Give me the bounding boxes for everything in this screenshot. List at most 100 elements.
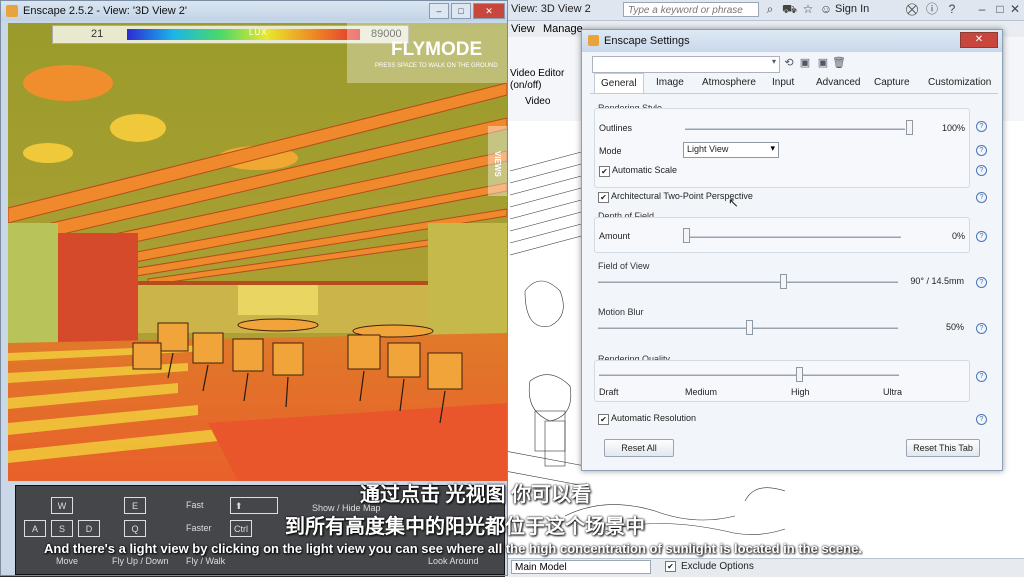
preset-select[interactable]: ▾ bbox=[592, 56, 780, 73]
minimize-icon[interactable]: – bbox=[429, 3, 449, 19]
video-editor-button[interactable]: Video Editor (on/off) bbox=[510, 68, 564, 92]
lux-color-scale bbox=[127, 29, 360, 40]
field-of-view-group: 90° / 14.5mm bbox=[594, 268, 968, 296]
binoculars-icon[interactable]: ⌕ bbox=[763, 2, 777, 16]
automatic-scale-checkbox[interactable]: ✔ bbox=[599, 166, 610, 177]
outlines-slider-track[interactable] bbox=[685, 128, 905, 130]
model-select[interactable]: Main Model bbox=[511, 560, 651, 574]
help-icon[interactable]: ? bbox=[976, 323, 987, 334]
info-icon[interactable]: ⓘ bbox=[925, 2, 939, 16]
tab-atmosphere[interactable]: Atmosphere bbox=[696, 73, 762, 93]
video-group-label: Video bbox=[525, 96, 551, 107]
tab-capture[interactable]: Capture bbox=[868, 73, 916, 93]
outlines-slider-thumb[interactable] bbox=[906, 120, 913, 135]
user-icon[interactable]: ☺ bbox=[819, 2, 833, 16]
enscape-logo-icon bbox=[588, 35, 599, 46]
cart-icon[interactable]: ⛟ bbox=[782, 2, 797, 16]
subtitle-chinese-line2: 到所有高度集中的阳光都位于这个场景中 bbox=[285, 516, 645, 538]
settings-titlebar: Enscape Settings ✕ bbox=[582, 30, 1002, 52]
help-icon[interactable]: ? bbox=[976, 414, 987, 425]
key-shift: ⬆ bbox=[230, 497, 278, 514]
settings-tabs: General Image Atmosphere Input Advanced … bbox=[590, 73, 998, 94]
amount-slider-track[interactable] bbox=[685, 236, 901, 238]
revit-title: View: 3D View 2 bbox=[511, 3, 591, 15]
ribbon-tab-manage[interactable]: Manage bbox=[543, 23, 583, 35]
close-icon[interactable]: ✕ bbox=[1008, 2, 1022, 16]
help-icon[interactable]: ? bbox=[945, 2, 959, 16]
fov-slider-thumb[interactable] bbox=[780, 274, 787, 289]
quality-slider-thumb[interactable] bbox=[796, 367, 803, 382]
ribbon-tab-view[interactable]: View bbox=[511, 23, 535, 35]
quality-slider-track[interactable] bbox=[599, 374, 899, 376]
settings-title: Enscape Settings bbox=[604, 35, 690, 47]
mode-label: Mode bbox=[599, 146, 622, 156]
search-input[interactable]: Type a keyword or phrase bbox=[623, 2, 759, 17]
tab-advanced[interactable]: Advanced bbox=[810, 73, 866, 93]
chevron-down-icon: ▾ bbox=[771, 57, 776, 66]
key-w: W bbox=[51, 497, 73, 514]
save-icon[interactable]: ▣ bbox=[798, 57, 812, 70]
rendering-style-group: Outlines 100% Mode Light View ▾ ✔ Automa… bbox=[594, 108, 970, 188]
fly-walk-label: Fly / Walk bbox=[186, 556, 226, 566]
star-icon[interactable]: ☆ bbox=[801, 2, 815, 16]
automatic-resolution-label: Automatic Resolution bbox=[611, 413, 697, 423]
enscape-titlebar: Enscape 2.5.2 - View: '3D View 2' – □ ✕ bbox=[1, 1, 507, 21]
delete-icon[interactable]: 🗑 bbox=[832, 57, 846, 70]
amount-label: Amount bbox=[599, 231, 631, 241]
views-tab[interactable]: VIEWS bbox=[488, 126, 507, 196]
exclude-options-checkbox[interactable]: ✔ bbox=[665, 561, 676, 572]
save-as-icon[interactable]: ▣ bbox=[816, 57, 830, 70]
fast-label: Fast bbox=[186, 500, 204, 510]
motion-blur-slider-thumb[interactable] bbox=[746, 320, 753, 335]
lux-min-value: 21 bbox=[91, 28, 104, 40]
tab-input[interactable]: Input bbox=[766, 73, 800, 93]
rendering-quality-group: Draft Medium High Ultra bbox=[594, 360, 970, 402]
help-icon[interactable]: ? bbox=[976, 371, 987, 382]
key-s: S bbox=[51, 520, 73, 537]
undo-icon[interactable]: ⟲ bbox=[782, 57, 796, 70]
enscape-logo-icon bbox=[6, 5, 18, 17]
tab-general[interactable]: General bbox=[594, 73, 644, 93]
tab-image[interactable]: Image bbox=[650, 73, 690, 93]
mode-select-value: Light View bbox=[687, 144, 729, 154]
motion-blur-value: 50% bbox=[945, 322, 964, 332]
quality-high-label: High bbox=[791, 387, 810, 397]
exclude-options-label: Exclude Options bbox=[681, 561, 754, 572]
quality-ultra-label: Ultra bbox=[883, 387, 903, 397]
automatic-scale-label: Automatic Scale bbox=[612, 165, 678, 175]
flymode-badge: FLYMODE PRESS SPACE TO WALK ON THE GROUN… bbox=[347, 23, 507, 83]
reset-all-button[interactable]: Reset All bbox=[604, 439, 674, 457]
amount-slider-thumb[interactable] bbox=[683, 228, 690, 243]
help-icon[interactable]: ? bbox=[976, 231, 987, 242]
help-icon[interactable]: ? bbox=[976, 145, 987, 156]
revit-titlebar: View: 3D View 2 Type a keyword or phrase… bbox=[505, 0, 1024, 21]
key-ctrl: Ctrl bbox=[230, 520, 252, 537]
key-q: Q bbox=[124, 520, 146, 537]
close-icon[interactable]: ✕ bbox=[473, 3, 505, 19]
automatic-resolution-checkbox[interactable]: ✔ bbox=[598, 414, 609, 425]
depth-of-field-group: Amount 0% bbox=[594, 217, 970, 253]
mode-select[interactable]: Light View ▾ bbox=[683, 142, 779, 158]
faster-label: Faster bbox=[186, 523, 212, 533]
amount-value: 0% bbox=[951, 231, 965, 241]
subtitle-chinese-line1: 通过点击 光视图 你可以看 bbox=[360, 484, 592, 506]
fly-up-down-label: Fly Up / Down bbox=[112, 556, 169, 566]
help-icon[interactable]: ? bbox=[976, 192, 987, 203]
key-a: A bbox=[24, 520, 46, 537]
reset-this-tab-button[interactable]: Reset This Tab bbox=[906, 439, 980, 457]
help-icon[interactable]: ? bbox=[976, 121, 987, 132]
two-point-perspective-checkbox[interactable]: ✔ bbox=[598, 192, 609, 203]
minimize-icon[interactable]: – bbox=[975, 2, 989, 16]
help-icon[interactable]: ? bbox=[976, 277, 987, 288]
cart-icon[interactable]: ⛒ bbox=[905, 2, 919, 16]
maximize-icon[interactable]: □ bbox=[451, 3, 471, 19]
flymode-title: FLYMODE bbox=[391, 39, 483, 60]
help-icon[interactable]: ? bbox=[976, 165, 987, 176]
quality-medium-label: Medium bbox=[685, 387, 718, 397]
maximize-icon[interactable]: □ bbox=[993, 2, 1007, 16]
fov-slider-track[interactable] bbox=[598, 281, 898, 283]
tab-customization[interactable]: Customization bbox=[922, 73, 997, 93]
sign-in-link[interactable]: Sign In bbox=[835, 3, 869, 15]
close-icon[interactable]: ✕ bbox=[960, 32, 998, 48]
render-viewport[interactable]: 21 LUX 89000 FLYMODE PRESS SPACE TO WALK… bbox=[8, 23, 507, 481]
